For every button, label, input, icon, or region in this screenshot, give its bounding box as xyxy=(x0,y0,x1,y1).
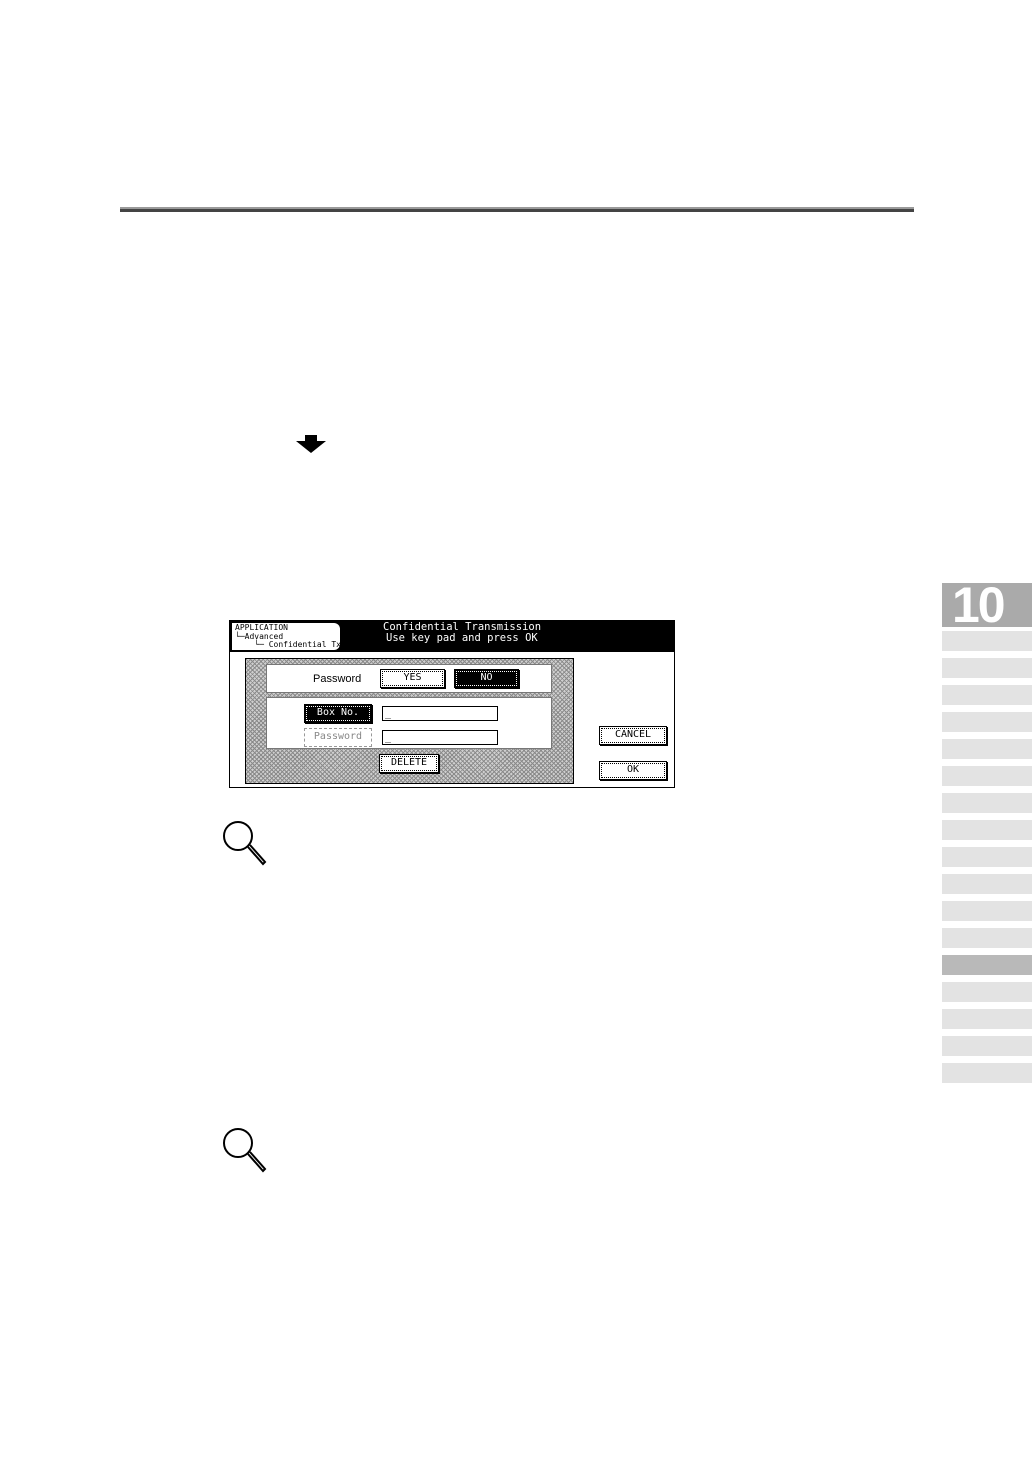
box-no-button[interactable]: Box No. xyxy=(304,704,372,723)
chapter-tab xyxy=(942,685,1032,705)
chapter-tab xyxy=(942,712,1032,732)
ok-button[interactable]: OK xyxy=(599,761,667,780)
password-field[interactable]: _ xyxy=(382,730,498,745)
password-option-box: Password YES NO xyxy=(266,664,552,693)
chapter-tab xyxy=(942,631,1032,651)
chapter-tab xyxy=(942,874,1032,894)
settings-area: Password YES NO Box No. _ Password _ DEL… xyxy=(245,658,574,784)
chapter-tab xyxy=(942,955,1032,975)
password-button[interactable]: Password xyxy=(304,728,372,747)
delete-button[interactable]: DELETE xyxy=(379,754,439,773)
yes-button[interactable]: YES xyxy=(380,669,445,688)
magnifier-icon xyxy=(223,821,267,866)
screen-title: Confidential Transmission Use key pad an… xyxy=(350,622,690,644)
confidential-tx-screen: APPLICATION └─Advanced └─ Confidential T… xyxy=(229,620,675,788)
chapter-tab xyxy=(942,766,1032,786)
screen-header: APPLICATION └─Advanced └─ Confidential T… xyxy=(230,621,674,652)
box-entry-box: Box No. _ Password _ xyxy=(266,697,552,749)
chapter-tab xyxy=(942,793,1032,813)
header-rule xyxy=(120,207,914,212)
chapter-tab xyxy=(942,928,1032,948)
password-label: Password xyxy=(313,673,362,685)
chapter-tab xyxy=(942,1009,1032,1029)
chapter-tab xyxy=(942,739,1032,759)
box-no-field[interactable]: _ xyxy=(382,706,498,721)
cancel-button[interactable]: CANCEL xyxy=(599,726,667,745)
chapter-tab xyxy=(942,658,1032,678)
breadcrumb: APPLICATION └─Advanced └─ Confidential T… xyxy=(232,623,341,650)
chapter-tab xyxy=(942,901,1032,921)
magnifier-icon xyxy=(223,1128,267,1173)
chapter-tab xyxy=(942,847,1032,867)
instruction-line: Use key pad and press OK xyxy=(386,632,538,644)
no-button[interactable]: NO xyxy=(454,669,519,688)
down-arrow-icon xyxy=(296,435,326,453)
chapter-tab xyxy=(942,1063,1032,1083)
chapter-tab xyxy=(942,820,1032,840)
chapter-tab xyxy=(942,1036,1032,1056)
chapter-number-tab: 10 xyxy=(942,580,1032,630)
chapter-tab xyxy=(942,982,1032,1002)
breadcrumb-item: └─ Confidential Tx xyxy=(235,640,341,650)
